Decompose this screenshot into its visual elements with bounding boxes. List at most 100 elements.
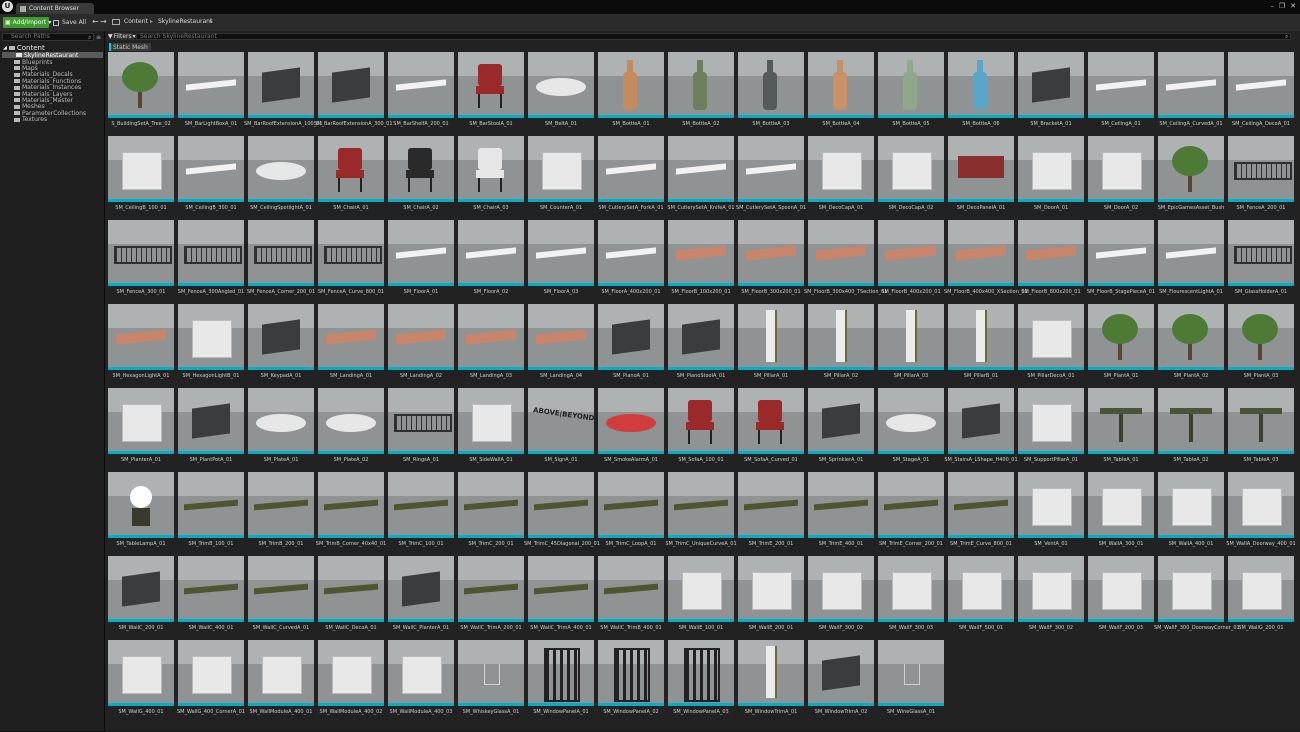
- asset-tile[interactable]: SM_FloorA_01: [388, 220, 454, 300]
- asset-thumbnail[interactable]: [1088, 52, 1154, 118]
- asset-thumbnail[interactable]: [738, 52, 804, 118]
- asset-tile[interactable]: SM_PillarA_01: [738, 304, 804, 384]
- asset-thumbnail[interactable]: [108, 136, 174, 202]
- asset-thumbnail[interactable]: [388, 472, 454, 538]
- asset-thumbnail[interactable]: [878, 472, 944, 538]
- asset-thumbnail[interactable]: [738, 640, 804, 706]
- asset-thumbnail[interactable]: [248, 472, 314, 538]
- asset-tile[interactable]: SM_CeilingA_DecoA_01: [1228, 52, 1294, 132]
- asset-tile[interactable]: SM_PillarB_01: [948, 304, 1014, 384]
- asset-thumbnail[interactable]: [108, 472, 174, 538]
- asset-tile[interactable]: SM_TrimC_45Diagonal_200_01: [524, 472, 600, 552]
- asset-tile[interactable]: SM_CutlerySetA_KnifeA_01: [667, 136, 735, 216]
- asset-tile[interactable]: SM_ChairA_02: [388, 136, 454, 216]
- asset-thumbnail[interactable]: [318, 556, 384, 622]
- asset-tile[interactable]: SM_FloorB_300x400_TSection_01: [804, 220, 887, 300]
- asset-tile[interactable]: SM_WallC_CurvedA_01: [248, 556, 314, 636]
- asset-tile[interactable]: SM_BottleA_02: [668, 52, 734, 132]
- asset-tile[interactable]: SM_WindowTrimA_02: [808, 640, 874, 720]
- asset-tile[interactable]: SM_WallF_300_03: [878, 556, 944, 636]
- tab-content-browser[interactable]: Content Browser: [16, 3, 94, 14]
- asset-thumbnail[interactable]: [738, 304, 804, 370]
- asset-tile[interactable]: SM_PillarA_03: [878, 304, 944, 384]
- asset-thumbnail[interactable]: [808, 220, 874, 286]
- breadcrumb-skyline[interactable]: SkylineRestaurant: [158, 18, 212, 25]
- asset-tile[interactable]: SM_FloorA_03: [528, 220, 594, 300]
- asset-tile[interactable]: SM_FloorB_StagePieceA_01: [1087, 220, 1155, 300]
- asset-tile[interactable]: SM_WallC_400_01: [178, 556, 244, 636]
- asset-thumbnail[interactable]: [248, 220, 314, 286]
- asset-thumbnail[interactable]: [598, 472, 664, 538]
- asset-thumbnail[interactable]: [458, 136, 524, 202]
- asset-tile[interactable]: SM_WallC_PlanterA_01: [388, 556, 454, 636]
- asset-thumbnail[interactable]: [248, 640, 314, 706]
- asset-tile[interactable]: SM_FenceA_300_01: [108, 220, 174, 300]
- asset-thumbnail[interactable]: [878, 640, 944, 706]
- asset-thumbnail[interactable]: [878, 136, 944, 202]
- breadcrumb-separator-icon[interactable]: ▸: [150, 18, 153, 25]
- asset-tile[interactable]: SM_TableLampA_01: [108, 472, 174, 552]
- asset-thumbnail[interactable]: [878, 220, 944, 286]
- asset-thumbnail[interactable]: [1088, 556, 1154, 622]
- asset-thumbnail[interactable]: [458, 640, 524, 706]
- asset-thumbnail[interactable]: [668, 388, 734, 454]
- asset-tile[interactable]: SM_LandingA_04: [528, 304, 594, 384]
- asset-tile[interactable]: SM_WallModuleA_400_01: [248, 640, 314, 720]
- asset-tile[interactable]: SM_TrimC_200_01: [458, 472, 524, 552]
- asset-tile[interactable]: SM_TrimE_400_01: [808, 472, 874, 552]
- asset-thumbnail[interactable]: [1158, 556, 1224, 622]
- asset-thumbnail[interactable]: [1088, 304, 1154, 370]
- breadcrumb-separator-icon[interactable]: ▸: [210, 18, 213, 25]
- asset-tile[interactable]: SM_DoorA_02: [1088, 136, 1154, 216]
- tree-item-folder[interactable]: Textures: [14, 116, 47, 123]
- asset-tile[interactable]: SM_WindowPanelA_03: [668, 640, 734, 720]
- asset-thumbnail[interactable]: [1018, 472, 1084, 538]
- asset-thumbnail[interactable]: [668, 136, 734, 202]
- asset-thumbnail[interactable]: [458, 556, 524, 622]
- asset-tile[interactable]: SM_PlantA_02: [1158, 304, 1224, 384]
- asset-thumbnail[interactable]: [108, 52, 174, 118]
- asset-tile[interactable]: SM_BeltA_01: [528, 52, 594, 132]
- asset-thumbnail[interactable]: [738, 556, 804, 622]
- asset-thumbnail[interactable]: [808, 556, 874, 622]
- asset-tile[interactable]: SM_KeypadA_01: [248, 304, 314, 384]
- asset-thumbnail[interactable]: [1158, 220, 1224, 286]
- asset-thumbnail[interactable]: [1158, 472, 1224, 538]
- back-arrow-icon[interactable]: ←: [92, 17, 99, 26]
- asset-tile[interactable]: ABOVE|BEYOND SM_SignA_01: [528, 388, 594, 468]
- asset-tile[interactable]: SM_CeilingB_100_01: [108, 136, 174, 216]
- asset-tile[interactable]: SM_BarStoolA_01: [458, 52, 524, 132]
- asset-tile[interactable]: SM_ChairA_01: [318, 136, 384, 216]
- asset-thumbnail[interactable]: [458, 472, 524, 538]
- asset-tile[interactable]: SM_PlateA_01: [248, 388, 314, 468]
- asset-tile[interactable]: SM_SupportPillarA_01: [1018, 388, 1084, 468]
- view-options-icon[interactable]: ≡: [96, 34, 101, 41]
- asset-tile[interactable]: SM_WallF_500_01: [948, 556, 1014, 636]
- asset-tile[interactable]: SM_PillarA_02: [808, 304, 874, 384]
- asset-tile[interactable]: SM_WhiskeyGlassA_01: [458, 640, 524, 720]
- asset-tile[interactable]: SM_VentA_01: [1018, 472, 1084, 552]
- asset-thumbnail[interactable]: [738, 472, 804, 538]
- add-import-button[interactable]: ▣ Add/Import ▾: [3, 17, 51, 28]
- asset-thumbnail[interactable]: [248, 388, 314, 454]
- maximize-button[interactable]: ❐: [1279, 2, 1285, 10]
- asset-thumbnail[interactable]: ABOVE|BEYOND: [528, 388, 594, 454]
- asset-thumbnail[interactable]: [1158, 136, 1224, 202]
- asset-tile[interactable]: SM_PlantA_03: [1228, 304, 1294, 384]
- asset-thumbnail[interactable]: [388, 52, 454, 118]
- asset-tile[interactable]: SM_FloorA_02: [458, 220, 524, 300]
- asset-thumbnail[interactable]: [528, 472, 594, 538]
- asset-tile[interactable]: SM_WallF_200_03: [1088, 556, 1154, 636]
- asset-thumbnail[interactable]: [248, 304, 314, 370]
- minimize-button[interactable]: –: [1270, 2, 1274, 10]
- asset-tile[interactable]: SM_WallF_300_02: [1018, 556, 1084, 636]
- search-icon[interactable]: ⌕: [88, 34, 91, 42]
- asset-tile[interactable]: S_BuildingSetA_Tree_02: [108, 52, 174, 132]
- asset-thumbnail[interactable]: [1228, 220, 1294, 286]
- asset-thumbnail[interactable]: [948, 556, 1014, 622]
- asset-thumbnail[interactable]: [1158, 304, 1224, 370]
- asset-tile[interactable]: SM_FloorB_400x200_01: [878, 220, 944, 300]
- asset-thumbnail[interactable]: [528, 556, 594, 622]
- asset-tile[interactable]: SM_CeilingA_01: [1088, 52, 1154, 132]
- asset-tile[interactable]: SM_StageA_01: [878, 388, 944, 468]
